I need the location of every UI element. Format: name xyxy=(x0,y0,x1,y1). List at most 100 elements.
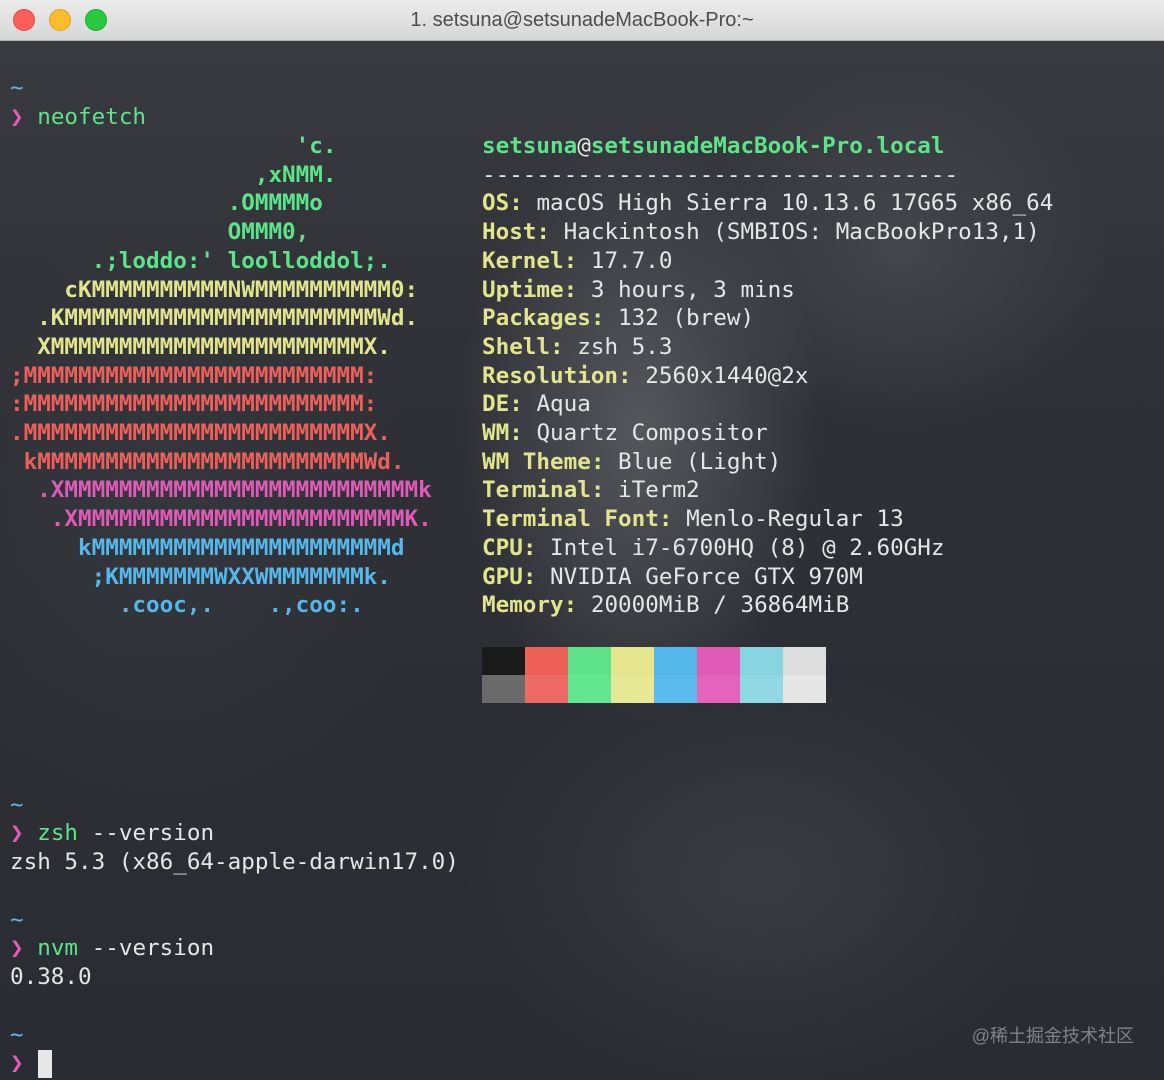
prompt-line[interactable]: ❯ xyxy=(10,1049,24,1078)
palette-swatch xyxy=(740,675,783,703)
prompt-line: ❯ nvm --version xyxy=(10,934,214,963)
info-key: Resolution xyxy=(482,362,619,389)
logo-line: .KMMMMMMMMMMMMMMMMMMMMMMMWd. xyxy=(10,305,419,332)
logo-line: :MMMMMMMMMMMMMMMMMMMMMMMMM: xyxy=(10,391,378,418)
prompt-dir: ~ xyxy=(10,75,24,101)
info-value: Hackintosh (SMBIOS: MacBookPro13,1) xyxy=(563,219,1040,246)
palette-swatch xyxy=(611,675,654,703)
terminal-content[interactable]: ~ ❯ neofetch 'c. ,xNMM. .OMMMMo OMMM0, .… xyxy=(0,40,1164,1080)
info-value: 132 (brew) xyxy=(618,305,755,332)
prompt-line: ❯ neofetch xyxy=(10,103,146,132)
info-row: Shell: zsh 5.3 xyxy=(482,333,672,362)
palette-swatch xyxy=(482,647,525,675)
palette-swatch xyxy=(654,675,697,703)
watermark: @稀土掘金技术社区 xyxy=(971,1026,1134,1046)
logo-line: .OMMMMo xyxy=(10,190,323,217)
prompt-dir: ~ xyxy=(10,792,24,818)
info-colon: : xyxy=(563,276,578,303)
palette-swatch xyxy=(697,647,740,675)
info-key: WM xyxy=(482,420,510,446)
palette-swatch xyxy=(525,647,568,675)
info-row: DE: Aqua xyxy=(482,390,591,419)
info-colon: : xyxy=(509,190,523,217)
command-name: neofetch xyxy=(37,104,147,130)
info-row: OS: macOS High Sierra 10.13.6 17G65 x86_… xyxy=(482,189,1053,218)
user-host-line: setsuna@setsunadeMacBook-Pro.local xyxy=(482,132,945,161)
prompt-arrow-icon: ❯ xyxy=(10,820,24,846)
info-key: GPU xyxy=(482,563,523,590)
hostname: setsunadeMacBook-Pro.local xyxy=(590,133,945,159)
info-colon: : xyxy=(509,391,523,418)
logo-line: .MMMMMMMMMMMMMMMMMMMMMMMMMX. xyxy=(10,420,391,446)
info-colon: : xyxy=(658,506,673,533)
info-row: Resolution: 2560x1440@2x xyxy=(482,362,808,391)
info-colon: : xyxy=(550,333,564,360)
info-row: Memory: 20000MiB / 36864MiB xyxy=(482,591,849,620)
info-row: Kernel: 17.7.0 xyxy=(482,247,672,276)
info-key: Kernel xyxy=(482,247,564,274)
separator-line: ----------------------------------- xyxy=(482,162,959,188)
prompt-arrow-icon: ❯ xyxy=(10,935,24,961)
text-cursor xyxy=(38,1050,52,1078)
info-value: Intel i7-6700HQ (8) @ 2.60GHz xyxy=(550,534,945,561)
logo-line: kMMMMMMMMMMMMMMMMMMMMMMMMWd. xyxy=(10,448,405,475)
info-colon: : xyxy=(522,534,537,561)
palette-swatch xyxy=(783,675,826,703)
info-colon: : xyxy=(590,305,605,332)
palette-swatch xyxy=(568,647,611,675)
logo-line: ;KMMMMMMMWXXWMMMMMMMk. xyxy=(10,563,391,590)
info-row: CPU: Intel i7-6700HQ (8) @ 2.60GHz xyxy=(482,534,945,563)
command-args: --version xyxy=(78,820,215,846)
info-colon: : xyxy=(563,592,578,619)
palette-swatch xyxy=(525,675,568,703)
info-row: Packages: 132 (brew) xyxy=(482,304,754,333)
logo-line: ;MMMMMMMMMMMMMMMMMMMMMMMMM: xyxy=(10,362,378,389)
command-args: --version xyxy=(78,935,215,961)
info-key: Uptime xyxy=(482,276,564,303)
info-value: macOS High Sierra 10.13.6 17G65 x86_64 xyxy=(536,190,1054,217)
command-name: zsh xyxy=(37,820,79,846)
prompt-arrow-icon: ❯ xyxy=(10,104,24,130)
info-value: iTerm2 xyxy=(618,477,700,504)
logo-line: .XMMMMMMMMMMMMMMMMMMMMMMMMK. xyxy=(10,506,432,533)
terminal-window: 1. setsuna@setsunadeMacBook-Pro:~ ~ ❯ ne… xyxy=(0,0,1164,1080)
info-value: 3 hours, 3 mins xyxy=(590,276,795,303)
info-row: WM: Quartz Compositor xyxy=(482,419,768,448)
prompt-arrow-icon: ❯ xyxy=(10,1050,24,1076)
info-key: Memory xyxy=(482,592,564,619)
logo-line: .XMMMMMMMMMMMMMMMMMMMMMMMMMMk xyxy=(10,477,432,504)
at-sign: @ xyxy=(577,133,591,159)
palette-swatch xyxy=(783,647,826,675)
info-key: OS xyxy=(482,190,510,217)
logo-line: OMMM0, xyxy=(10,219,310,246)
info-value: 17.7.0 xyxy=(590,247,673,274)
info-value: zsh 5.3 xyxy=(577,333,673,360)
logo-line: XMMMMMMMMMMMMMMMMMMMMMMMX. xyxy=(10,333,391,360)
palette-swatch xyxy=(654,647,697,675)
info-value: Aqua xyxy=(536,391,591,418)
info-key: Packages xyxy=(482,305,591,332)
info-colon: : xyxy=(522,563,537,590)
palette-swatch xyxy=(568,675,611,703)
info-row: Uptime: 3 hours, 3 mins xyxy=(482,276,795,305)
palette-swatch xyxy=(611,647,654,675)
command-output: zsh 5.3 (x86_64-apple-darwin17.0) xyxy=(10,849,459,875)
info-value: Menlo-Regular 13 xyxy=(686,506,904,533)
info-value: 2560x1440@2x xyxy=(645,362,809,389)
logo-line: .;loddo:' loolloddol;. xyxy=(10,247,391,274)
username: setsuna xyxy=(482,133,578,159)
logo-line: 'c. xyxy=(10,133,337,159)
info-colon: : xyxy=(563,247,578,274)
palette-swatch xyxy=(740,647,783,675)
info-colon: : xyxy=(618,362,632,389)
info-key: CPU xyxy=(482,534,523,561)
command-output: 0.38.0 xyxy=(10,964,92,990)
palette-swatch xyxy=(697,675,740,703)
info-row: GPU: NVIDIA GeForce GTX 970M xyxy=(482,563,863,592)
prompt-dir: ~ xyxy=(10,1022,24,1048)
logo-line: kMMMMMMMMMMMMMMMMMMMMMMd xyxy=(10,534,405,561)
info-value: 20000MiB / 36864MiB xyxy=(590,592,850,619)
title-bar[interactable]: 1. setsuna@setsunadeMacBook-Pro:~ xyxy=(0,0,1164,41)
info-row: Terminal Font: Menlo-Regular 13 xyxy=(482,505,904,534)
info-colon: : xyxy=(590,477,605,504)
